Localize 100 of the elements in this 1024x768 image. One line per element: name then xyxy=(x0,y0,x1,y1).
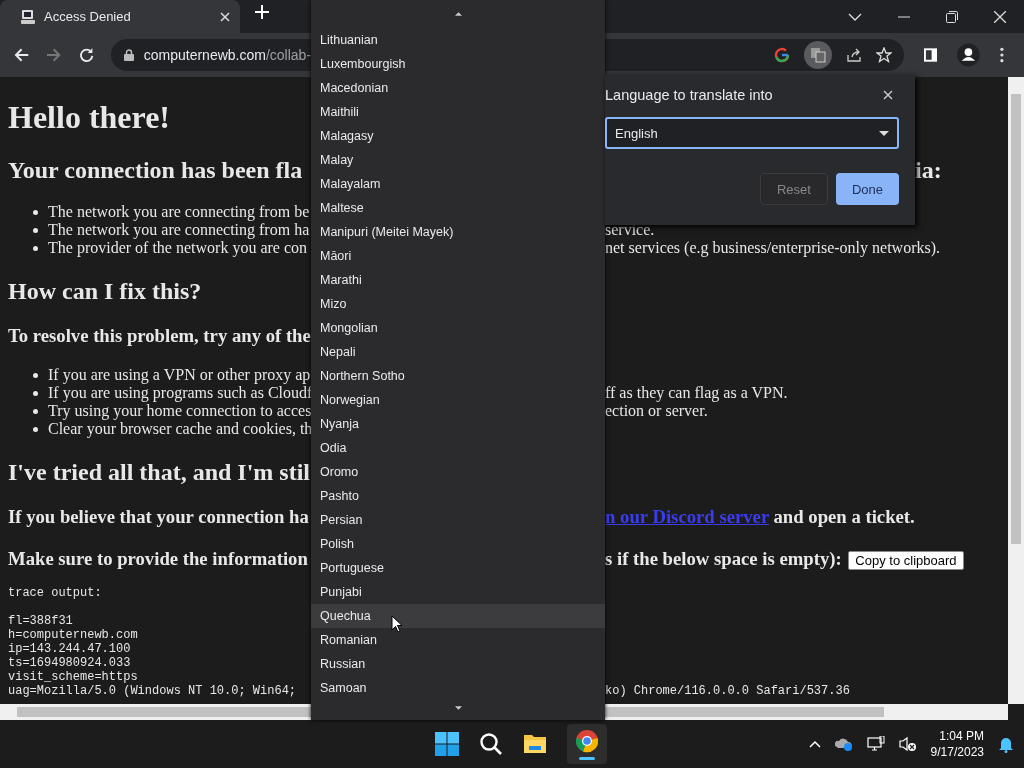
text: fl=388f31 xyxy=(8,614,73,628)
language-option[interactable]: Maltese xyxy=(311,196,605,220)
text: Try using your home connection to acces xyxy=(48,402,312,420)
text: service. xyxy=(605,221,655,238)
text: The network you are connecting from ha xyxy=(48,221,310,239)
done-button[interactable]: Done xyxy=(835,173,899,205)
scroll-down-icon[interactable] xyxy=(454,706,462,710)
chrome-icon[interactable] xyxy=(567,724,607,764)
side-panel-icon[interactable] xyxy=(924,48,938,62)
text: ko) Chrome/116.0.0.0 Safari/537.36 xyxy=(605,684,850,698)
text: net services (e.g business/enterprise-only networks). xyxy=(605,239,940,256)
close-icon[interactable] xyxy=(220,11,230,22)
forward-arrow-icon[interactable] xyxy=(46,47,62,63)
popup-title: Language to translate into xyxy=(605,87,773,103)
plus-icon[interactable] xyxy=(255,4,269,19)
language-option[interactable]: Pashto xyxy=(311,484,605,508)
bell-icon[interactable] xyxy=(998,735,1014,753)
search-icon[interactable] xyxy=(479,732,503,756)
language-option[interactable]: Norwegian xyxy=(311,388,605,412)
text: To resolve this problem, try any of the xyxy=(8,325,311,347)
language-option[interactable]: Nyanja xyxy=(311,412,605,436)
language-option[interactable]: Luxembourgish xyxy=(311,52,605,76)
reset-button[interactable]: Reset xyxy=(759,173,828,205)
chevron-up-icon[interactable] xyxy=(808,740,821,748)
translate-icon[interactable] xyxy=(804,41,832,69)
cloud-icon[interactable] xyxy=(834,737,853,751)
text: and open a ticket. xyxy=(773,506,915,527)
language-option[interactable]: Marathi xyxy=(311,268,605,292)
profile-icon[interactable] xyxy=(957,43,981,67)
language-option[interactable]: Malayalam xyxy=(311,172,605,196)
date-text: 9/17/2023 xyxy=(930,744,984,760)
scroll-up-icon[interactable] xyxy=(454,12,462,16)
language-option[interactable]: Oromo xyxy=(311,460,605,484)
url-text: computernewb.com/collab- xyxy=(143,47,313,63)
text: If you believe that your connection ha xyxy=(8,506,309,528)
text: If you are using programs such as Cloudf xyxy=(48,384,313,402)
text: ts=1694980924.033 xyxy=(8,656,131,670)
bullet-icon xyxy=(33,227,38,233)
language-option[interactable]: Northern Sotho xyxy=(311,364,605,388)
browser-tab[interactable]: Access Denied xyxy=(0,0,240,33)
heading: I've tried all that, and I'm stil xyxy=(8,458,310,486)
text: ia: xyxy=(914,156,942,183)
folder-icon[interactable] xyxy=(523,732,547,756)
vertical-scrollbar[interactable] xyxy=(1008,77,1024,704)
close-icon[interactable] xyxy=(883,90,893,100)
windows-logo-icon[interactable] xyxy=(435,732,459,756)
text: trace output: xyxy=(8,586,102,600)
bullet-icon xyxy=(33,390,38,396)
back-arrow-icon[interactable] xyxy=(14,47,30,63)
text: uag=Mozilla/5.0 (Windows NT 10.0; Win64; xyxy=(8,684,297,698)
heading: Your connection has been fla xyxy=(8,156,303,184)
language-option[interactable]: Russian xyxy=(311,652,605,676)
language-option[interactable]: Malagasy xyxy=(311,124,605,148)
star-icon[interactable] xyxy=(876,47,892,63)
language-option[interactable]: Quechua xyxy=(311,604,605,628)
text: ff as they can flag as a VPN. xyxy=(605,384,788,401)
language-option[interactable]: Punjabi xyxy=(311,580,605,604)
clock[interactable]: 1:04 PM 9/17/2023 xyxy=(930,728,984,760)
bullet-icon xyxy=(33,408,38,414)
copy-button[interactable]: Copy to clipboard xyxy=(848,551,964,570)
text: ection or server. xyxy=(605,402,708,419)
bullet-icon xyxy=(33,426,38,432)
reload-icon[interactable] xyxy=(78,47,94,63)
language-option[interactable]: Lithuanian xyxy=(311,28,605,52)
time-text: 1:04 PM xyxy=(939,728,984,744)
text: ip=143.244.47.100 xyxy=(8,642,131,656)
language-option[interactable]: Nepali xyxy=(311,340,605,364)
language-option[interactable]: Malay xyxy=(311,148,605,172)
bullet-icon xyxy=(33,209,38,215)
language-option[interactable]: Romanian xyxy=(311,628,605,652)
language-option[interactable]: Māori xyxy=(311,244,605,268)
text: The network you are connecting from be xyxy=(48,203,310,221)
language-option[interactable]: Polish xyxy=(311,532,605,556)
bullet-icon xyxy=(33,372,38,378)
share-icon[interactable] xyxy=(846,47,862,63)
heading: How can I fix this? xyxy=(8,277,202,305)
computer-icon xyxy=(20,8,36,25)
text: Clear your browser cache and cookies, th xyxy=(48,420,313,438)
text: Make sure to provide the information xyxy=(8,548,308,570)
text: If you are using a VPN or other proxy ap xyxy=(48,366,311,384)
language-option[interactable]: Maithili xyxy=(311,100,605,124)
language-select[interactable]: English xyxy=(605,117,899,149)
language-option[interactable]: Mongolian xyxy=(311,316,605,340)
language-option[interactable]: Mizo xyxy=(311,292,605,316)
language-option[interactable]: Persian xyxy=(311,508,605,532)
text: visit_scheme=https xyxy=(8,670,138,684)
language-option[interactable]: Portuguese xyxy=(311,556,605,580)
muted-speaker-icon[interactable] xyxy=(898,736,917,752)
language-option[interactable]: Odia xyxy=(311,436,605,460)
lock-icon xyxy=(123,49,134,61)
language-option[interactable]: Manipuri (Meitei Mayek) xyxy=(311,220,605,244)
text: h=computernewb.com xyxy=(8,628,138,642)
language-option[interactable]: Samoan xyxy=(311,676,605,696)
language-option[interactable]: Macedonian xyxy=(311,76,605,100)
network-icon[interactable] xyxy=(866,736,885,752)
google-icon[interactable] xyxy=(774,47,790,63)
caret-icon xyxy=(879,130,889,136)
menu-icon[interactable] xyxy=(1000,47,1004,63)
text: s if the below space is empty): xyxy=(605,548,842,569)
text: The provider of the network you are con xyxy=(48,239,307,257)
